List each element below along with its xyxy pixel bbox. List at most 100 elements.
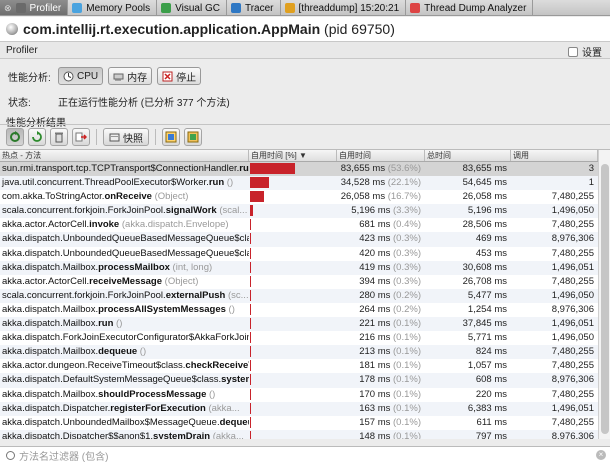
tab-2[interactable]: Visual GC (157, 0, 227, 15)
self-time-value: 148 ms (359, 430, 391, 439)
invocations-cell: 1,496,051 (551, 318, 594, 330)
toolbar-separator-2 (155, 129, 156, 145)
method-class: akka.actor.dungeon.ReceiveTimeout$class. (2, 360, 186, 372)
memory-button[interactable]: 内存 (108, 67, 153, 85)
invocations-cell: 7,480,255 (551, 346, 594, 358)
self-time-value: 178 ms (359, 374, 391, 386)
threaddump-button[interactable] (72, 128, 90, 146)
table-row[interactable]: akka.actor.ActorCell.receiveMessage (Obj… (0, 275, 598, 289)
stop-icon (162, 71, 173, 81)
table-row[interactable]: java.util.concurrent.ThreadPoolExecutor$… (0, 176, 598, 191)
self-time-bar (250, 332, 251, 344)
table-row[interactable]: akka.dispatch.Mailbox.dequeue () 213 ms (… (0, 345, 598, 360)
scrollbar-thumb[interactable] (601, 164, 609, 434)
self-time-bar (250, 402, 251, 414)
table-row[interactable]: akka.dispatch.UnboundedQueueBasedMessage… (0, 247, 598, 261)
method-filter[interactable]: 方法名过滤器 (包含) × (0, 446, 610, 463)
total-time-cell: 28,506 ms (462, 219, 507, 231)
total-time-cell: 54,645 ms (462, 177, 507, 189)
reset-button[interactable] (50, 128, 68, 146)
self-time-bar (250, 318, 251, 330)
tab-4[interactable]: [threaddump] 15:20:21 (281, 0, 407, 15)
invocations-cell: 8,976,306 (551, 430, 594, 439)
table-row[interactable]: akka.dispatch.Mailbox.run () 221 ms (0.1%… (0, 317, 598, 332)
self-time-percent: (0.2%) (393, 303, 421, 315)
self-time-value: 181 ms (359, 360, 391, 372)
self-time-cell: 148 ms (0.1%) (337, 430, 425, 439)
self-time-cell: 157 ms (0.1%) (337, 416, 425, 430)
table-row[interactable]: akka.dispatch.UnboundedQueueBasedMessage… (0, 232, 598, 247)
settings-toggle[interactable]: 设置 (568, 44, 602, 59)
total-time-cell: 824 ms (475, 346, 507, 358)
table-row[interactable]: akka.dispatch.UnboundedMailbox$MessageQu… (0, 416, 598, 430)
invocations-cell: 7,480,255 (551, 247, 594, 259)
self-time-cell: 420 ms (0.3%) (337, 247, 425, 261)
table-row[interactable]: akka.dispatch.Mailbox.shouldProcessMessa… (0, 388, 598, 402)
tab-0[interactable]: ⊗ Profiler (0, 0, 69, 15)
method-name: registerForExecution (110, 402, 206, 414)
snapshot-button[interactable]: 快照 (103, 128, 149, 146)
self-time-percent: (0.1%) (393, 374, 421, 386)
self-time-value: 420 ms (359, 247, 391, 259)
invocations-cell: 1 (588, 177, 594, 189)
memory-icon (113, 73, 124, 81)
total-time-cell: 608 ms (475, 374, 507, 386)
stop-button[interactable]: 停止 (157, 67, 202, 85)
export-data-button[interactable] (184, 128, 202, 146)
table-row[interactable]: akka.actor.dungeon.ReceiveTimeout$class.… (0, 359, 598, 373)
invocations-cell: 7,480,255 (551, 360, 594, 372)
tab-1[interactable]: Memory Pools (68, 0, 158, 15)
method-signature: (akka... (210, 430, 244, 439)
total-time-cell: 797 ms (475, 430, 507, 439)
vertical-scrollbar[interactable] (598, 150, 610, 439)
cpu-button[interactable]: CPU (58, 67, 104, 85)
column-invocations[interactable]: 调用 (511, 150, 598, 161)
self-time-bar (250, 346, 251, 358)
method-cell: akka.dispatch.Dispatcher.registerForExec… (0, 402, 249, 416)
column-self-time-percent[interactable]: 自用时间 [%] ▼ (249, 150, 337, 161)
method-cell: akka.dispatch.Mailbox.dequeue () (0, 345, 249, 359)
self-time-cell: 394 ms (0.3%) (337, 275, 425, 289)
self-time-bar-cell (249, 331, 337, 345)
self-time-percent: (0.1%) (393, 332, 421, 344)
tab-label: Memory Pools (86, 2, 151, 14)
table-row[interactable]: com.akka.ToStringActor.onReceive (Object… (0, 190, 598, 204)
table-row[interactable]: scala.concurrent.forkjoin.ForkJoinPool.e… (0, 288, 598, 303)
self-time-cell: 178 ms (0.1%) (337, 373, 425, 387)
self-time-bar-cell (249, 317, 337, 331)
column-self-time[interactable]: 自用时间 (337, 150, 425, 161)
clear-filter-icon[interactable]: × (596, 450, 606, 460)
tab-5[interactable]: Thread Dump Analyzer (406, 0, 534, 15)
method-signature: () (224, 177, 234, 189)
refresh-button[interactable] (28, 128, 46, 146)
invocations-cell: 3 (588, 163, 594, 174)
tab-3[interactable]: Tracer (227, 0, 281, 15)
column-total-time[interactable]: 总时间 (425, 150, 511, 161)
self-time-value: 419 ms (359, 261, 391, 273)
table-row[interactable]: akka.dispatch.Mailbox.processMailbox (in… (0, 260, 598, 275)
self-time-bar (250, 261, 251, 273)
tab-icon (161, 3, 172, 13)
table-row[interactable]: akka.dispatch.Mailbox.processAllSystemMe… (0, 303, 598, 317)
column-method[interactable]: 热点 - 方法 (0, 150, 249, 161)
table-row[interactable]: akka.dispatch.DefaultSystemMessageQueue$… (0, 373, 598, 388)
self-time-percent: (0.2%) (393, 289, 421, 301)
table-row[interactable]: akka.actor.ActorCell.invoke (akka.dispat… (0, 218, 598, 232)
table-row[interactable]: akka.dispatch.Dispatcher$$anon$1.systemD… (0, 429, 598, 439)
method-class: scala.concurrent.forkjoin.ForkJoinPool. (2, 289, 166, 301)
table-row[interactable]: akka.dispatch.ForkJoinExecutorConfigurat… (0, 331, 598, 345)
table-row[interactable]: scala.concurrent.forkjoin.ForkJoinPool.s… (0, 204, 598, 219)
method-cell: scala.concurrent.forkjoin.ForkJoinPool.s… (0, 204, 249, 218)
table-row[interactable]: akka.dispatch.Dispatcher.registerForExec… (0, 401, 598, 416)
autorefresh-button[interactable] (6, 128, 24, 146)
close-tab-icon[interactable]: ⊗ (4, 3, 12, 14)
autorefresh-icon (10, 131, 20, 142)
tab-label: Visual GC (175, 2, 220, 14)
export-image-button[interactable] (162, 128, 180, 146)
self-time-value: 423 ms (359, 233, 391, 245)
self-time-bar (250, 205, 253, 217)
settings-checkbox[interactable] (568, 46, 578, 57)
self-time-cell: 423 ms (0.3%) (337, 232, 425, 246)
invocations-cell: 8,976,306 (551, 374, 594, 386)
table-row[interactable]: sun.rmi.transport.tcp.TCPTransport$Conne… (0, 162, 598, 177)
